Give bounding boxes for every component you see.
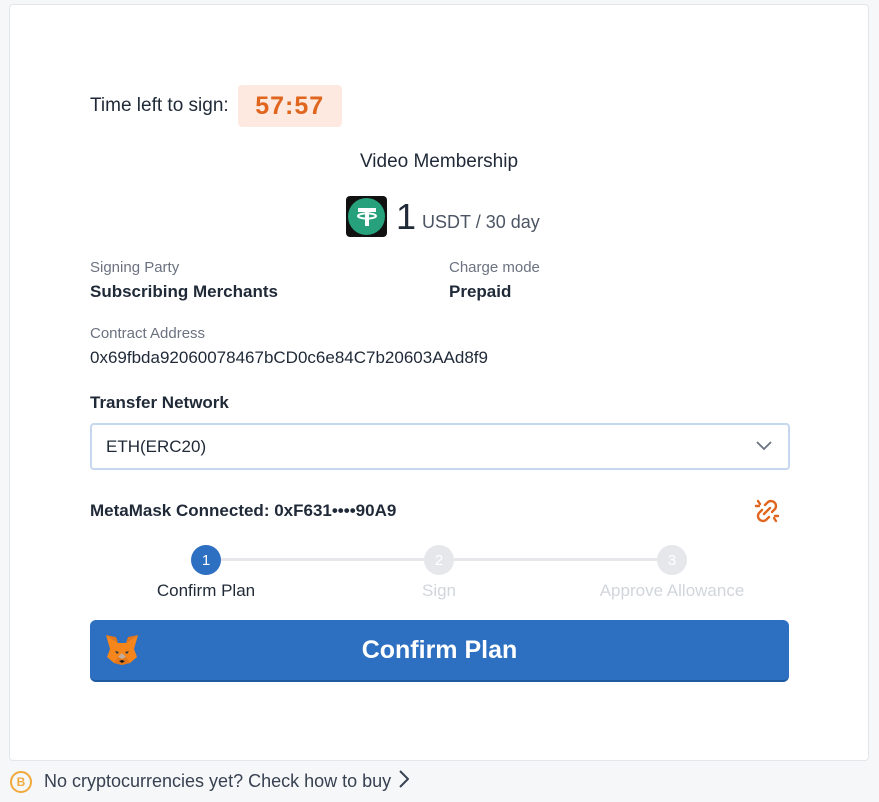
- step-confirm-plan: 1 Confirm Plan: [106, 545, 306, 601]
- contract-address-value: 0x69fbda92060078467bCD0c6e84C7b20603AAd8…: [90, 348, 488, 367]
- charge-mode-label: Charge mode: [449, 259, 540, 276]
- charge-mode-value: Prepaid: [449, 282, 512, 301]
- chevron-right-icon: [399, 770, 410, 793]
- subscription-card: Time left to sign: 57:57 Video Membershi…: [9, 4, 869, 761]
- wallet-connected-status: MetaMask Connected: 0xF631••••90A9: [90, 501, 397, 520]
- confirm-plan-label: Confirm Plan: [361, 635, 518, 664]
- network-select[interactable]: ETH(ERC20): [90, 423, 790, 470]
- how-to-buy-text: No cryptocurrencies yet? Check how to bu…: [44, 771, 392, 791]
- step-number: 3: [657, 545, 687, 575]
- usdt-icon: [346, 196, 387, 237]
- confirm-plan-button[interactable]: Confirm Plan: [90, 620, 789, 682]
- timer-row: Time left to sign: 57:57: [90, 85, 342, 127]
- signing-party-value: Subscribing Merchants: [90, 282, 278, 301]
- step-label: Confirm Plan: [156, 581, 256, 600]
- price-amount: 1: [396, 196, 417, 237]
- step-label: Approve Allowance: [599, 581, 745, 600]
- progress-stepper: 1 Confirm Plan 2 Sign 3 Approve Allowanc…: [90, 545, 790, 607]
- signing-party-label: Signing Party: [90, 259, 180, 276]
- step-sign: 2 Sign: [339, 545, 539, 601]
- network-select-value: ETH(ERC20): [106, 436, 207, 456]
- how-to-buy-link[interactable]: B No cryptocurrencies yet? Check how to …: [10, 770, 410, 793]
- disconnect-wallet-icon[interactable]: [752, 496, 782, 526]
- plan-title: Video Membership: [359, 151, 519, 172]
- step-number: 1: [191, 545, 221, 575]
- plan-price: 1 USDT / 30 day: [346, 195, 540, 237]
- step-number: 2: [424, 545, 454, 575]
- countdown-timer: 57:57: [237, 85, 342, 127]
- transfer-network-label: Transfer Network: [90, 393, 229, 412]
- step-label: Sign: [421, 581, 457, 600]
- contract-address-label: Contract Address: [90, 325, 206, 342]
- step-approve-allowance: 3 Approve Allowance: [572, 545, 772, 601]
- timer-label: Time left to sign:: [90, 95, 229, 116]
- metamask-fox-icon: [104, 633, 140, 667]
- price-unit: USDT / 30 day: [422, 212, 540, 232]
- bitcoin-icon: B: [10, 770, 32, 793]
- chevron-down-icon: [756, 438, 772, 456]
